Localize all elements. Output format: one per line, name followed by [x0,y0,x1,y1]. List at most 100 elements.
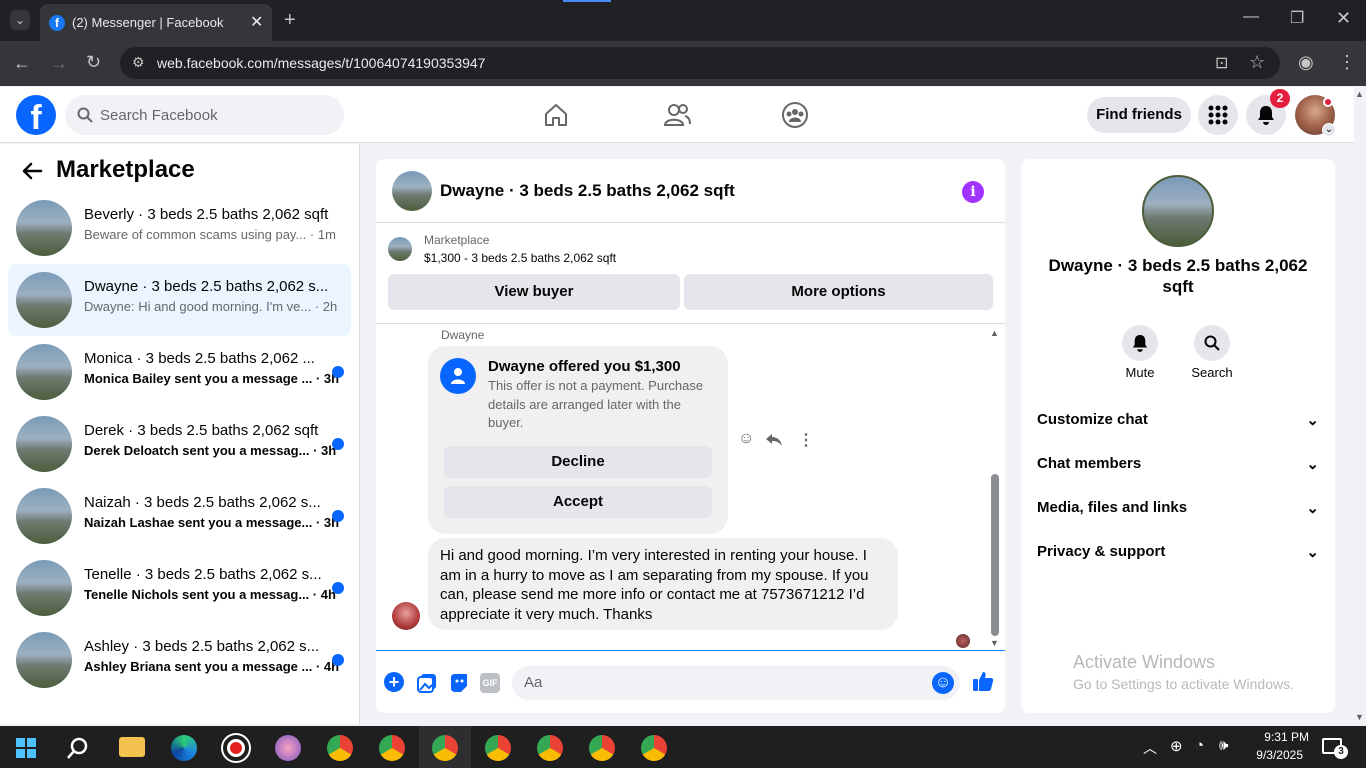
reply-icon[interactable] [765,433,783,447]
search-taskbar-icon[interactable] [66,736,90,760]
scroll-up-icon[interactable]: ▲ [990,328,999,338]
edge-icon[interactable] [171,735,197,761]
chat-details-panel: Dwayne · 3 beds 2.5 baths 2,062 sqft Mut… [1021,159,1335,713]
clock-date[interactable]: 9/3/2025 [1245,748,1303,762]
notification-center-badge: 3 [1334,745,1348,759]
offer-text: This offer is not a payment. Purchase de… [488,378,704,430]
page-scroll-up-icon[interactable]: ▲ [1355,89,1364,99]
mute-button[interactable] [1122,325,1158,361]
windows-start-icon[interactable] [16,738,36,758]
search-input[interactable]: Search Facebook [65,95,344,135]
profile-icon[interactable]: ◉ [1298,52,1314,73]
conversation-item[interactable]: Ashley · 3 beds 2.5 baths 2,062 s... Ashl… [8,624,351,696]
minimize-icon[interactable]: — [1243,8,1259,26]
bookmark-star-icon[interactable]: ☆ [1249,52,1265,73]
tray-chevron-icon[interactable]: ︿ [1143,738,1157,758]
search-icon [77,107,93,123]
notification-badge: 2 [1270,89,1290,108]
more-options-button[interactable]: More options [684,274,993,310]
chrome-profile-icon[interactable] [485,735,511,761]
preview-text: Beware of common scams using pay... [84,227,307,242]
conversation-item[interactable]: Naizah · 3 beds 2.5 baths 2,062 s... Naiz… [8,480,351,552]
meet-icon[interactable]: ⊕ [1170,737,1183,755]
browser-tab[interactable]: f (2) Messenger | Facebook ✕ [40,4,272,41]
more-actions-icon[interactable]: ⋮ [798,430,814,450]
message-input[interactable]: Aa ☺ [512,666,960,700]
conversation-item[interactable]: Dwayne · 3 beds 2.5 baths 2,062 s... Dway… [8,264,351,336]
view-buyer-button[interactable]: View buyer [388,274,680,310]
details-avatar[interactable] [1142,175,1214,247]
seen-avatar [956,634,970,648]
emoji-icon[interactable]: ☺ [932,672,954,694]
conversation-name: Beverly · 3 beds 2.5 baths 2,062 sqft [84,206,329,223]
back-icon[interactable]: ← [13,53,31,74]
tab-list-icon[interactable]: ⌄ [10,10,30,30]
bell-icon [1132,335,1148,352]
url-field[interactable]: ⚙ web.facebook.com/messages/t/1006407419… [120,47,1280,79]
install-app-icon[interactable]: ⊡ [1215,53,1228,73]
scroll-down-icon[interactable]: ▼ [990,638,999,648]
accept-button[interactable]: Accept [444,486,712,518]
volume-icon[interactable]: 🕪 [1219,737,1228,754]
chrome-icon[interactable] [327,735,353,761]
details-section[interactable]: Customize chat ⌄ [1037,411,1319,435]
account-chevron-icon[interactable]: ⌄ [1322,123,1336,137]
menu-grid-button[interactable] [1198,95,1238,135]
gif-icon[interactable]: GIF [480,673,500,693]
details-section[interactable]: Chat members ⌄ [1037,455,1319,479]
record-icon[interactable] [223,735,249,761]
conversation-item[interactable]: Monica · 3 beds 2.5 baths 2,062 ... Monic… [8,336,351,408]
conversation-item[interactable]: Tenelle · 3 beds 2.5 baths 2,062 s... Ten… [8,552,351,624]
listing-thumbnail [16,560,72,616]
chrome-profile-icon[interactable] [589,735,615,761]
notifications-button[interactable]: 2 [1246,89,1290,135]
photo-icon[interactable] [417,673,437,693]
conversation-item[interactable]: Derek · 3 beds 2.5 baths 2,062 sqft Derek… [8,408,351,480]
paint-icon[interactable] [275,735,301,761]
clock-time[interactable]: 9:31 PM [1245,730,1309,744]
marketplace-label: Marketplace [424,233,490,247]
unread-dot [332,510,344,522]
thumbs-up-icon[interactable] [972,670,994,692]
listing-description: $1,300 - 3 beds 2.5 baths 2,062 sqft [424,251,617,265]
friends-icon[interactable] [663,102,691,128]
new-tab-icon[interactable]: + [284,9,296,32]
scrollbar-thumb[interactable] [991,474,999,636]
maximize-icon[interactable]: ❐ [1290,8,1304,28]
chrome-profile-icon[interactable] [641,735,667,761]
listing-thumbnail [16,632,72,688]
details-section[interactable]: Media, files and links ⌄ [1037,499,1319,523]
groups-icon[interactable] [781,101,809,129]
close-tab-icon[interactable]: ✕ [250,12,263,32]
chrome-profile-icon[interactable] [537,735,563,761]
conversation-preview: Monica Bailey sent you a message ... · 3… [84,371,339,386]
chat-title[interactable]: Dwayne · 3 beds 2.5 baths 2,062 sqft [440,181,735,201]
info-icon[interactable]: i [962,181,984,203]
forward-icon[interactable]: → [50,53,68,74]
chat-avatar[interactable] [392,171,432,211]
react-icon[interactable]: ☺ [738,430,754,448]
search-chat-button[interactable] [1194,325,1230,361]
wifi-icon[interactable]: ◔ [1195,737,1204,754]
sender-avatar[interactable] [392,602,420,630]
message-placeholder: Aa [524,674,543,691]
reload-icon[interactable]: ↻ [86,52,101,73]
details-section[interactable]: Privacy & support ⌄ [1037,543,1319,567]
facebook-logo-icon[interactable]: f [16,95,56,137]
find-friends-button[interactable]: Find friends [1087,97,1191,133]
sticker-icon[interactable] [449,673,469,693]
chrome-profile-icon[interactable] [432,735,458,761]
conversation-item[interactable]: Beverly · 3 beds 2.5 baths 2,062 sqft Bew… [8,192,351,264]
back-arrow-icon[interactable] [21,162,43,180]
close-window-icon[interactable]: ✕ [1336,8,1351,29]
file-explorer-icon[interactable] [119,737,145,757]
add-icon[interactable]: + [384,672,404,692]
grid-icon [1208,105,1228,125]
decline-button[interactable]: Decline [444,446,712,478]
section-label: Customize chat [1037,411,1148,428]
home-icon[interactable] [543,102,569,128]
site-info-icon[interactable]: ⚙ [132,54,145,71]
menu-icon[interactable]: ⋮ [1338,52,1356,73]
page-scroll-down-icon[interactable]: ▼ [1355,712,1364,722]
chrome-profile-c-icon[interactable] [379,735,405,761]
